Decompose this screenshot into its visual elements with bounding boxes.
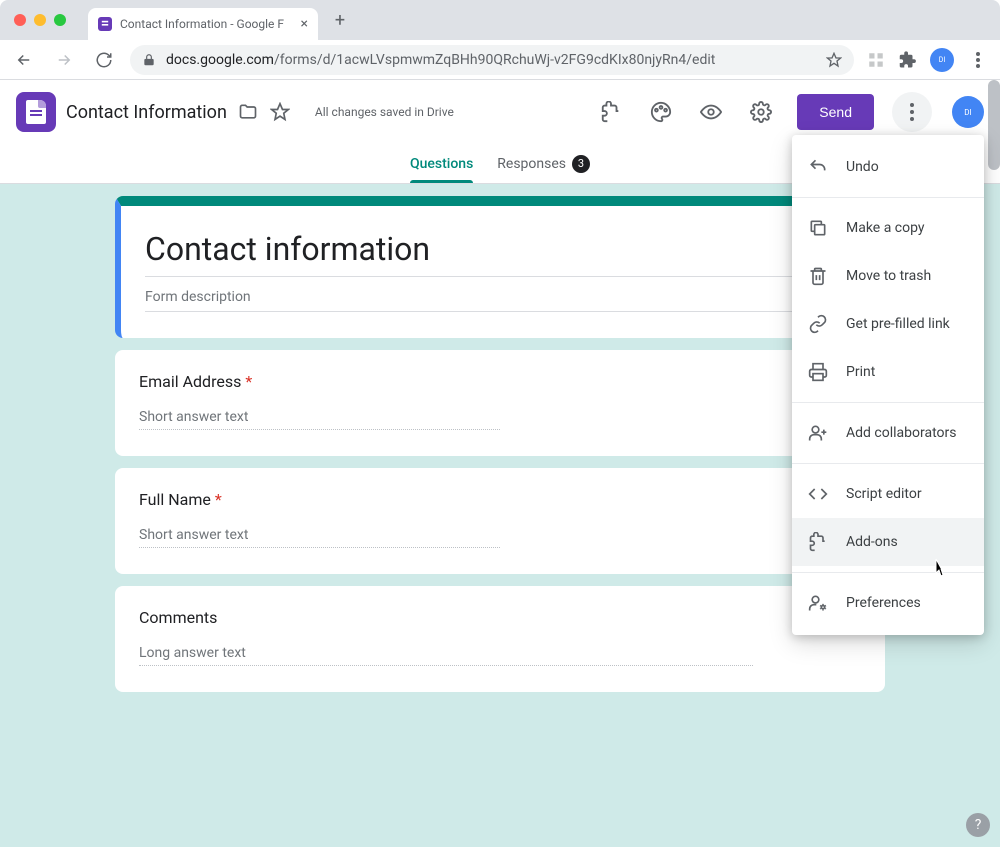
menu-item-add-ons[interactable]: Add-ons xyxy=(792,518,984,566)
save-status-text: All changes saved in Drive xyxy=(315,105,454,119)
answer-placeholder: Short answer text xyxy=(139,509,500,548)
back-button[interactable] xyxy=(10,46,38,74)
help-button[interactable]: ? xyxy=(966,813,990,837)
question-label[interactable]: Full Name * xyxy=(139,490,861,509)
question-label[interactable]: Email Address * xyxy=(139,372,861,391)
customize-theme-icon[interactable] xyxy=(641,92,681,132)
required-indicator: * xyxy=(245,372,252,391)
answer-placeholder: Short answer text xyxy=(139,391,500,430)
menu-item-label: Undo xyxy=(846,159,879,175)
question-label[interactable]: Comments xyxy=(139,608,861,627)
forms-favicon-icon xyxy=(98,17,112,31)
minimize-window-button[interactable] xyxy=(34,14,46,26)
reload-button[interactable] xyxy=(90,46,118,74)
more-menu-button[interactable] xyxy=(892,92,932,132)
menu-item-label: Add collaborators xyxy=(846,425,956,441)
addons-icon[interactable] xyxy=(591,92,631,132)
close-window-button[interactable] xyxy=(14,14,26,26)
new-tab-button[interactable]: + xyxy=(326,6,354,34)
browser-tab-title: Contact Information - Google F xyxy=(120,17,293,31)
google-forms-logo[interactable] xyxy=(16,92,56,132)
question-card[interactable]: Comments Long answer text xyxy=(115,586,885,692)
menu-item-label: Preferences xyxy=(846,595,921,611)
required-indicator: * xyxy=(215,490,222,509)
menu-item-label: Print xyxy=(846,364,875,380)
url-text: docs.google.com/forms/d/1acwLVspmwmZqBHh… xyxy=(166,52,816,68)
menu-separator xyxy=(792,572,984,573)
tab-questions-label: Questions xyxy=(410,156,473,172)
document-title[interactable]: Contact Information xyxy=(66,102,227,123)
star-icon[interactable] xyxy=(269,101,291,123)
menu-item-label: Move to trash xyxy=(846,268,931,284)
browser-more-icon[interactable] xyxy=(966,52,990,68)
browser-tab[interactable]: Contact Information - Google F × xyxy=(88,8,318,40)
menu-item-preferences[interactable]: Preferences xyxy=(792,579,984,627)
window-controls xyxy=(0,14,80,26)
send-button[interactable]: Send xyxy=(797,94,874,130)
maximize-window-button[interactable] xyxy=(54,14,66,26)
trash-icon xyxy=(808,266,828,286)
extension-icon[interactable] xyxy=(866,50,886,70)
lock-icon xyxy=(142,53,156,67)
menu-separator xyxy=(792,197,984,198)
bookmark-star-icon[interactable] xyxy=(826,52,842,68)
browser-toolbar: docs.google.com/forms/d/1acwLVspmwmZqBHh… xyxy=(0,40,1000,80)
question-card[interactable]: Email Address * Short answer text xyxy=(115,350,885,456)
addon-icon xyxy=(808,532,828,552)
menu-item-label: Add-ons xyxy=(846,534,898,550)
menu-item-label: Get pre-filled link xyxy=(846,316,950,332)
menu-item-label: Make a copy xyxy=(846,220,925,236)
menu-item-print[interactable]: Print xyxy=(792,348,984,396)
menu-item-add-collaborators[interactable]: Add collaborators xyxy=(792,409,984,457)
prefs-icon xyxy=(808,593,828,613)
tab-close-icon[interactable]: × xyxy=(301,16,308,32)
question-card[interactable]: Full Name * Short answer text xyxy=(115,468,885,574)
answer-placeholder: Long answer text xyxy=(139,627,753,666)
undo-icon xyxy=(808,157,828,177)
forward-button[interactable] xyxy=(50,46,78,74)
scrollbar-thumb[interactable] xyxy=(988,80,1000,170)
tab-responses[interactable]: Responses 3 xyxy=(497,144,590,183)
form-description-input[interactable]: Form description xyxy=(145,277,861,312)
form-title-input[interactable]: Contact information xyxy=(145,224,861,277)
menu-separator xyxy=(792,402,984,403)
preview-icon[interactable] xyxy=(691,92,731,132)
menu-item-undo[interactable]: Undo xyxy=(792,143,984,191)
menu-item-get-pre-filled-link[interactable]: Get pre-filled link xyxy=(792,300,984,348)
form-title-card[interactable]: Contact information Form description xyxy=(115,196,885,338)
responses-count-badge: 3 xyxy=(572,155,590,173)
profile-avatar-small[interactable]: DI xyxy=(930,48,954,72)
menu-separator xyxy=(792,463,984,464)
browser-tab-strip: Contact Information - Google F × + xyxy=(0,0,1000,40)
more-menu-dropdown: Undo Make a copy Move to trash Get pre-fill… xyxy=(792,135,984,635)
account-avatar[interactable]: DI xyxy=(952,96,984,128)
menu-item-make-a-copy[interactable]: Make a copy xyxy=(792,204,984,252)
link-icon xyxy=(808,314,828,334)
people-icon xyxy=(808,423,828,443)
settings-icon[interactable] xyxy=(741,92,781,132)
copy-icon xyxy=(808,218,828,238)
menu-item-move-to-trash[interactable]: Move to trash xyxy=(792,252,984,300)
print-icon xyxy=(808,362,828,382)
move-to-folder-icon[interactable] xyxy=(237,101,259,123)
tab-responses-label: Responses xyxy=(497,156,566,172)
extensions-puzzle-icon[interactable] xyxy=(898,50,918,70)
tab-questions[interactable]: Questions xyxy=(410,144,473,183)
address-bar[interactable]: docs.google.com/forms/d/1acwLVspmwmZqBHh… xyxy=(130,45,854,75)
menu-item-script-editor[interactable]: Script editor xyxy=(792,470,984,518)
menu-item-label: Script editor xyxy=(846,486,922,502)
code-icon xyxy=(808,484,828,504)
